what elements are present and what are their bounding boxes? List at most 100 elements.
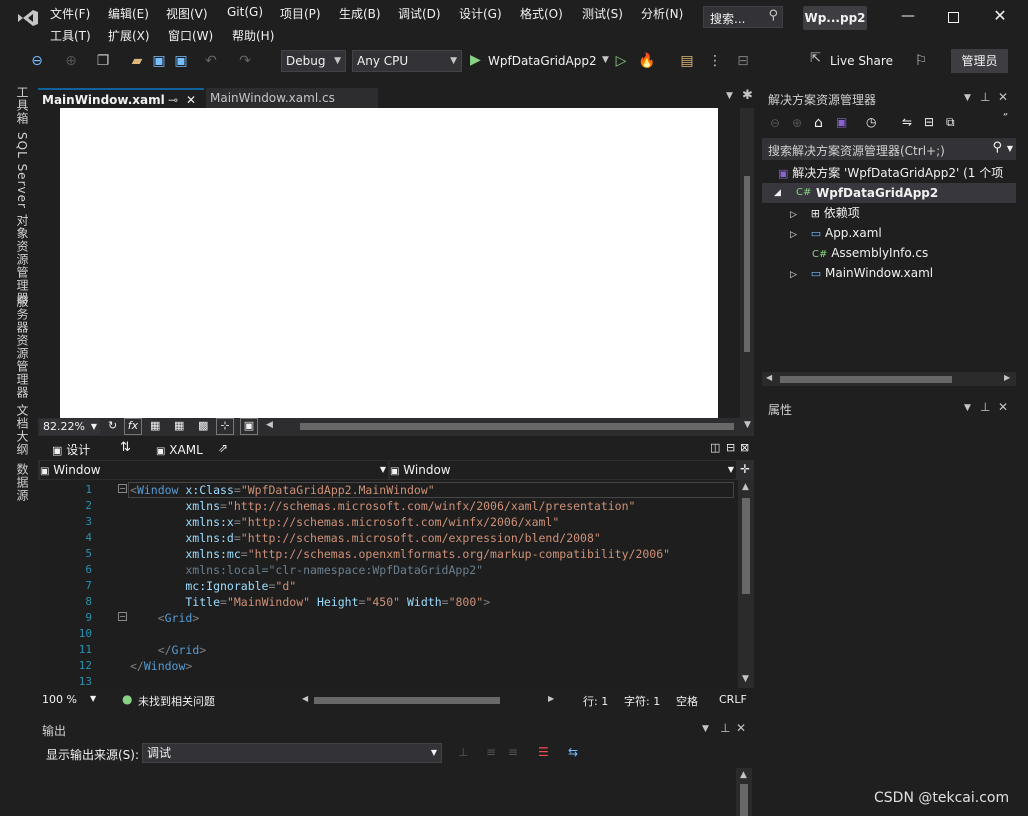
output-source-dropdown[interactable]: 调试 ▼ — [142, 743, 442, 763]
code-line[interactable]: <Window x:Class="WpfDataGridApp2.MainWin… — [130, 482, 435, 498]
code-line[interactable]: xmlns="http://schemas.microsoft.com/winf… — [130, 498, 635, 514]
save-all-icon[interactable]: ▣ — [172, 52, 190, 70]
forward-icon[interactable]: ⊕ — [792, 116, 802, 130]
home-icon[interactable]: ⌂ — [814, 115, 823, 131]
code-line[interactable]: xmlns:d="http://schemas.microsoft.com/ex… — [130, 530, 600, 546]
collapse-all-icon[interactable]: ⊟ — [924, 115, 934, 129]
pin-icon[interactable]: ⊥ — [980, 400, 990, 414]
scroll-left-icon[interactable]: ◀ — [266, 420, 273, 430]
menu-item[interactable]: 工具(T) — [50, 27, 91, 44]
live-share-button[interactable]: ⇱ Live Share — [808, 51, 898, 71]
menu-item[interactable]: 设计(G) — [459, 5, 502, 22]
more-icon[interactable]: ˝ — [1002, 112, 1008, 126]
code-line[interactable]: xmlns:mc="http://schemas.openxmlformats.… — [130, 546, 670, 562]
pin-icon[interactable]: ⊥ — [720, 721, 730, 735]
close-icon[interactable]: ✕ — [998, 400, 1008, 414]
scroll-down-icon[interactable]: ▼ — [744, 420, 751, 430]
forward-icon[interactable]: ⊕ — [62, 52, 80, 70]
tree-item-mainwindow-xaml[interactable]: ▷ ▭ MainWindow.xaml — [790, 263, 933, 283]
switch-views-icon[interactable]: ▣ — [836, 115, 847, 129]
hot-reload-icon[interactable]: 🔥 — [638, 52, 656, 70]
refresh-icon[interactable]: ↻ — [108, 419, 117, 432]
undo-icon[interactable]: ↶ — [202, 52, 220, 70]
device-icon[interactable]: ▣ — [240, 418, 258, 435]
word-wrap-icon[interactable]: ⇆ — [568, 745, 578, 759]
menu-item[interactable]: 编辑(E) — [108, 5, 149, 22]
fx-button[interactable]: fx — [124, 418, 142, 435]
split-editor-icon[interactable]: ✛ — [740, 462, 750, 476]
prev-message-icon[interactable]: ≡ — [486, 745, 496, 759]
collapse-pane-icon[interactable]: ⊠ — [740, 441, 749, 454]
member-dropdown[interactable]: ▣ Window ▼ — [390, 461, 736, 479]
start-button[interactable]: ▶ WpfDataGridApp2 ▼ — [468, 50, 612, 72]
close-tab-icon[interactable]: ✕ — [186, 90, 196, 110]
feedback-icon[interactable]: ⚐ — [912, 52, 930, 70]
menu-item[interactable]: 视图(V) — [166, 5, 208, 22]
code-editor[interactable]: 1 <Window x:Class="WpfDataGridApp2.MainWi… — [38, 480, 736, 688]
new-item-icon[interactable]: ❐ — [94, 52, 112, 70]
snap-grid-icon[interactable]: ▦ — [174, 419, 184, 432]
tree-item-app-xaml[interactable]: ▷ ▭ App.xaml — [790, 223, 882, 243]
indent-indicator[interactable]: 空格 — [676, 693, 698, 709]
design-tab[interactable]: ▣ 设计 — [52, 441, 90, 458]
code-line[interactable]: <Grid> — [130, 610, 200, 626]
start-without-debug-icon[interactable]: ▷ — [612, 52, 630, 70]
redo-icon[interactable]: ↷ — [236, 52, 254, 70]
designer-vscroll[interactable] — [740, 108, 754, 418]
server-explorer-tab[interactable]: 服务器资源管理器 — [14, 295, 31, 399]
type-dropdown[interactable]: ▣ Window ▼ — [40, 461, 388, 479]
menu-item[interactable]: 测试(S) — [582, 5, 623, 22]
pin-icon[interactable]: ⊥ — [980, 90, 990, 104]
minimize-button[interactable]: — — [898, 8, 918, 28]
code-line[interactable]: xmlns:local="clr-namespace:WpfDataGridAp… — [130, 562, 483, 578]
column-indicator[interactable]: 字符: 1 — [624, 693, 660, 709]
menu-item[interactable]: 扩展(X) — [108, 27, 150, 44]
split-horizontal-icon[interactable]: ⊟ — [726, 441, 735, 454]
issues-status[interactable]: 未找到相关问题 — [138, 693, 215, 709]
menu-item[interactable]: 格式(O) — [520, 5, 563, 22]
code-line[interactable]: </Grid> — [130, 642, 207, 658]
code-line[interactable]: Title="MainWindow" Height="450" Width="8… — [130, 594, 490, 610]
code-vscroll[interactable]: ▲ ▼ — [738, 480, 754, 688]
settings-icon[interactable]: ✱ — [742, 88, 753, 103]
menu-item[interactable]: 生成(B) — [339, 5, 381, 22]
line-ending-indicator[interactable]: CRLF — [719, 693, 747, 706]
open-folder-icon[interactable]: ▰ — [128, 52, 146, 70]
step-icon[interactable]: ⋮ — [706, 52, 724, 70]
swap-panes-icon[interactable]: ⇅ — [120, 440, 131, 455]
search-box[interactable]: 搜索... ⚲ — [703, 6, 783, 28]
back-icon[interactable]: ⊖ — [770, 116, 780, 130]
designer-hscroll-thumb[interactable] — [300, 423, 734, 430]
code-line[interactable]: </Window> — [130, 658, 192, 674]
tab-mainwindow-xaml[interactable]: MainWindow.xaml ⊸ ✕ — [38, 88, 204, 108]
snap-lines-icon[interactable]: ⊹ — [216, 418, 234, 435]
split-vertical-icon[interactable]: ◫ — [710, 441, 720, 454]
menu-item[interactable]: 项目(P) — [280, 5, 321, 22]
sql-server-explorer-tab[interactable]: SQL Server 对象资源管理器 — [14, 132, 31, 305]
breakpoint-icon[interactable]: ⊟ — [734, 52, 752, 70]
chevron-down-icon[interactable]: ▼ — [964, 403, 971, 413]
save-icon[interactable]: ▣ — [150, 52, 168, 70]
solution-search-input[interactable]: 搜索解决方案资源管理器(Ctrl+;) ⚲ ▼ — [762, 138, 1016, 160]
xaml-tab[interactable]: ▣ XAML — [156, 443, 203, 457]
sync-icon[interactable]: ⇋ — [902, 115, 912, 129]
code-line[interactable]: mc:Ignorable="d" — [130, 578, 296, 594]
output-vscroll[interactable]: ▲ — [736, 768, 752, 816]
project-row[interactable]: ◢ C# WpfDataGridApp2 — [762, 183, 1016, 203]
collapse-grid-icon[interactable]: − — [118, 612, 127, 621]
solution-folder-icon[interactable]: ▤ — [678, 52, 696, 70]
clear-all-icon[interactable]: ☰ — [538, 745, 549, 759]
close-button[interactable]: ✕ — [990, 6, 1010, 26]
close-icon[interactable]: ✕ — [736, 721, 746, 735]
menu-item[interactable]: 调试(D) — [398, 5, 441, 22]
editor-zoom[interactable]: 100 % — [42, 693, 77, 706]
next-message-icon[interactable]: ≡ — [508, 745, 518, 759]
artboard-icon[interactable]: ▩ — [198, 419, 208, 432]
menu-item[interactable]: 文件(F) — [50, 5, 90, 22]
solution-hscroll[interactable]: ◀ ▶ — [762, 372, 1016, 386]
chevron-down-icon[interactable]: ▼ — [90, 694, 96, 703]
collapse-window-icon[interactable]: − — [118, 484, 127, 493]
find-message-icon[interactable]: ⊥ — [458, 745, 468, 759]
pin-icon[interactable]: ⊸ — [168, 90, 178, 110]
scroll-right-icon[interactable]: ▶ — [548, 694, 554, 703]
